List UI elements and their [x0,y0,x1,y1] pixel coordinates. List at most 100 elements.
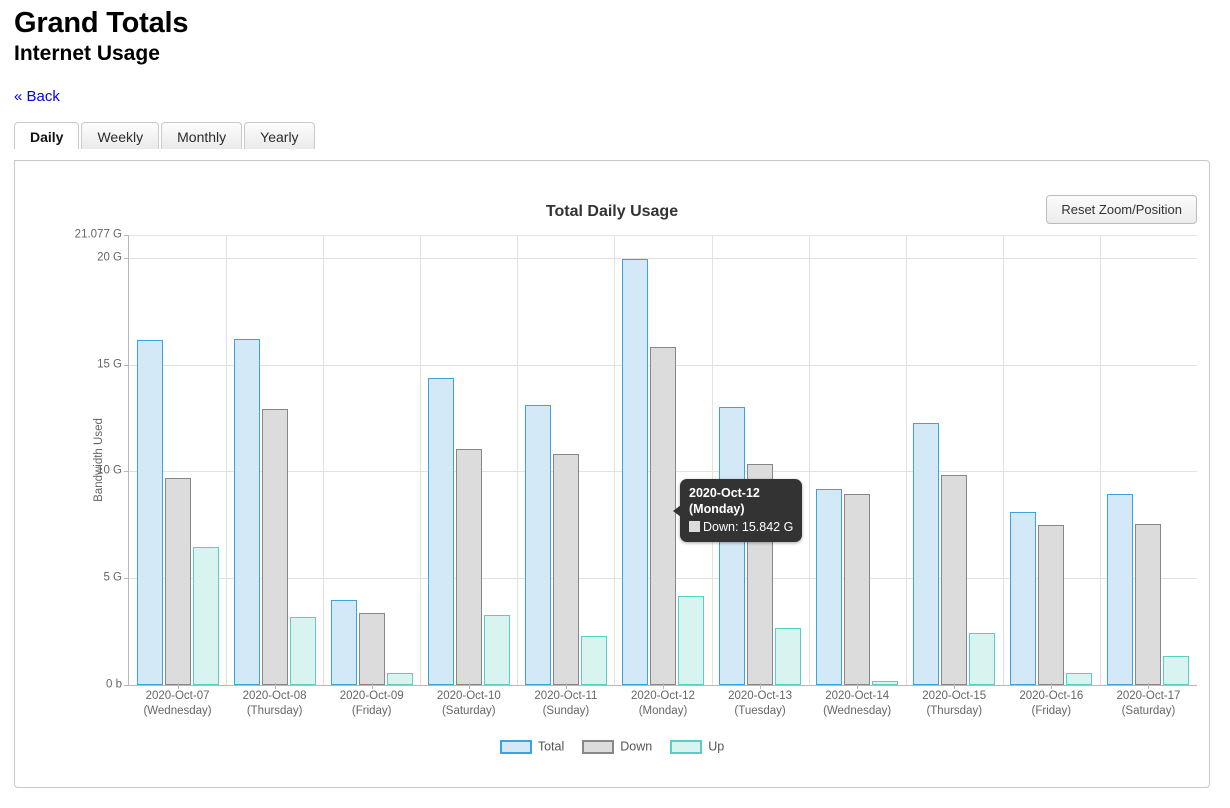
bar-up[interactable] [969,632,996,685]
tab-yearly[interactable]: Yearly [244,122,315,150]
legend-item-up[interactable]: Up [670,739,725,755]
x-tick-label: 2020-Oct-15 (Thursday) [922,690,987,717]
tooltip-row: Down: 15.842 G [689,519,793,535]
bar-total[interactable] [719,407,746,685]
bar-up[interactable] [386,673,413,685]
legend-swatch-icon [670,740,703,755]
x-tick-label: 2020-Oct-11 (Sunday) [534,690,598,717]
bar-group [524,235,607,685]
y-tick-mark [124,578,129,580]
bar-down[interactable] [358,613,385,685]
y-tick-label: 5 G [103,571,122,584]
bar-down[interactable] [261,408,288,685]
y-tick-label: 0 b [106,678,122,691]
tab-label: Daily [30,129,64,146]
tab-label: Weekly [97,129,144,146]
y-axis-label: Bandwidth Used [92,418,105,502]
legend-item-down[interactable]: Down [582,739,653,755]
x-axis-labels: 2020-Oct-07 (Wednesday) 2020-Oct-08 (Thursd… [129,683,1197,729]
bar-down[interactable] [1038,524,1065,685]
x-gridline [905,235,907,685]
legend-swatch-icon [499,740,532,755]
page-root: Grand Totals Internet Usage « Back Daily… [0,0,1230,808]
bar-up[interactable] [775,628,802,685]
x-gridline [614,235,616,685]
tooltip-series-swatch-icon [689,521,700,532]
chart-legend: Total Down Up [15,739,1209,755]
x-gridline [1099,235,1101,685]
tab-label: Yearly [260,129,299,146]
y-tick-label: 21.077 G [74,228,122,241]
bar-total[interactable] [622,259,648,685]
bar-group [622,235,704,685]
bar-up[interactable] [1163,656,1190,685]
x-tick-label: 2020-Oct-08 (Thursday) [242,690,307,717]
x-gridline [323,235,325,685]
bar-down[interactable] [1135,523,1162,685]
bar-up[interactable] [580,635,607,685]
bar-total[interactable] [427,377,454,685]
x-tick-label: 2020-Oct-16 (Friday) [1019,690,1084,717]
x-gridline [420,235,422,685]
y-axis-line [128,235,129,685]
bar-down[interactable] [164,477,191,685]
bar-total[interactable] [816,488,843,685]
tab-daily[interactable]: Daily [14,122,80,150]
x-gridline [517,235,519,685]
bar-up[interactable] [1066,673,1093,685]
bar-group [719,235,802,685]
bar-total[interactable] [524,405,551,685]
bar-up[interactable] [872,680,899,685]
y-tick-mark [124,685,129,686]
x-tick-label: 2020-Oct-12 (Monday) [631,690,695,717]
bar-down[interactable] [552,454,579,685]
bar-total[interactable] [1107,493,1134,685]
y-tick-mark [124,364,129,366]
chart-plot-area: Bandwidth Used 0 b 5 G 10 G 15 G 20 G 21.077 … [75,229,1197,690]
bar-total[interactable] [913,423,940,685]
page-title: Grand Totals [14,7,189,39]
bar-up[interactable] [678,596,704,685]
x-gridline [711,235,713,685]
legend-item-total[interactable]: Total [499,739,565,755]
reset-zoom-button[interactable]: Reset Zoom/Position [1046,195,1197,224]
bar-down[interactable] [844,493,871,685]
back-link[interactable]: « Back [14,88,60,105]
legend-label: Total [537,740,565,755]
x-tick-label: 2020-Oct-13 (Tuesday) [728,690,793,717]
x-gridline [808,235,810,685]
tab-label: Monthly [177,129,227,146]
bar-group [816,235,899,685]
bar-total[interactable] [330,600,357,685]
legend-label: Up [708,740,725,755]
y-tick-mark [124,471,129,473]
bar-group [330,235,413,685]
x-tick-label: 2020-Oct-07 (Wednesday) [143,690,212,717]
tab-weekly[interactable]: Weekly [81,122,160,150]
bar-up[interactable] [192,547,219,685]
bar-total[interactable] [233,339,260,685]
bar-group [1107,235,1190,685]
chart-title: Total Daily Usage [545,203,679,220]
legend-label: Down [620,740,653,755]
bar-down[interactable] [455,449,482,685]
x-tick-label: 2020-Oct-09 (Friday) [339,690,404,717]
page-subtitle: Internet Usage [14,42,160,66]
bar-total[interactable] [136,340,163,685]
y-tick-mark [124,257,129,259]
y-tick-label: 15 G [97,357,122,370]
bar-group [233,235,316,685]
legend-swatch-icon [582,740,615,755]
bar-group [1010,235,1093,685]
x-tick-label: 2020-Oct-14 (Wednesday) [823,690,892,717]
chart-tooltip: 2020-Oct-12 (Monday) Down: 15.842 G [673,479,803,542]
bar-up[interactable] [289,616,316,685]
bar-down[interactable] [941,474,968,685]
page-header: Grand Totals Internet Usage [0,0,1230,66]
bar-group [427,235,510,685]
bar-up[interactable] [483,614,510,685]
tab-monthly[interactable]: Monthly [161,122,243,150]
bar-total[interactable] [1010,512,1037,685]
y-tick-mark [124,235,129,236]
tab-bar: Daily Weekly Monthly Yearly [14,122,1210,150]
